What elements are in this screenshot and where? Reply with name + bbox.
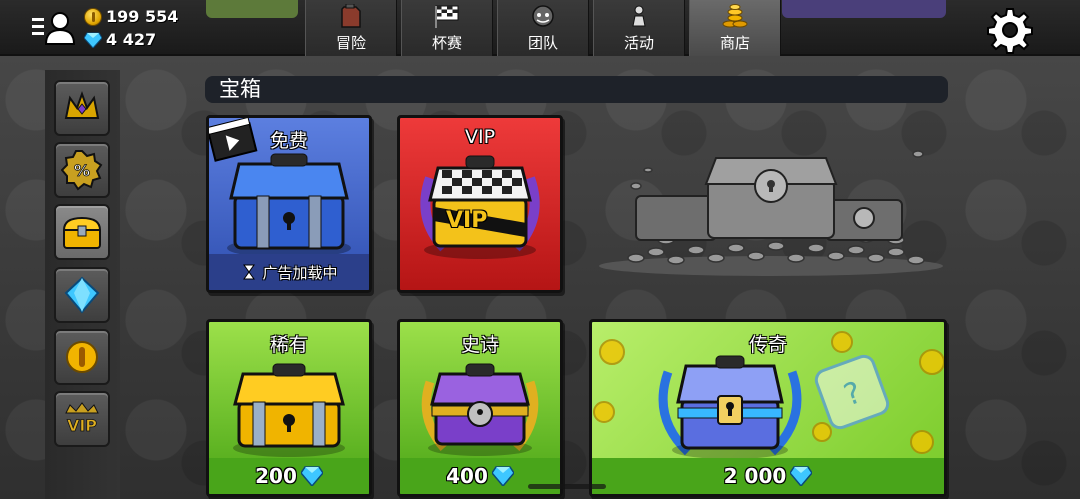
chest-card-rare[interactable]: 稀有 200 bbox=[206, 319, 372, 497]
main-tabs: 冒险 杯赛 团队 活动 商店 bbox=[305, 0, 781, 56]
section-title: 宝箱 bbox=[205, 76, 948, 103]
vip-badge-icon: VIP bbox=[65, 402, 99, 435]
gem-icon bbox=[300, 466, 323, 486]
diamond-icon bbox=[64, 276, 100, 314]
tab-label: 团队 bbox=[527, 34, 558, 52]
chest-card-legendary[interactable]: ? 传奇 2 000 bbox=[589, 319, 947, 497]
gem-balance[interactable]: 4 427 bbox=[84, 30, 156, 49]
sidebar-item-chests[interactable] bbox=[54, 204, 110, 260]
chest-icon bbox=[62, 216, 102, 249]
sidebar-item-gems[interactable] bbox=[54, 267, 110, 323]
sidebar-item-discount[interactable]: % bbox=[54, 142, 110, 198]
shop-category-rail: % VIP bbox=[45, 70, 120, 499]
partial-banner-right bbox=[782, 0, 946, 18]
svg-text:VIP: VIP bbox=[67, 416, 97, 435]
gem-icon bbox=[491, 466, 514, 486]
gem-icon bbox=[84, 32, 102, 48]
profile-button[interactable] bbox=[30, 8, 78, 48]
sidebar-item-crown[interactable] bbox=[54, 80, 110, 136]
tab-label: 活动 bbox=[623, 34, 654, 52]
sidebar-item-coins[interactable] bbox=[54, 329, 110, 385]
chest-card-epic[interactable]: 史诗 400 bbox=[397, 319, 563, 497]
tab-label: 杯赛 bbox=[431, 34, 462, 52]
chest-title: 传奇 bbox=[748, 334, 787, 356]
sidebar-item-vip[interactable]: VIP bbox=[54, 391, 110, 447]
tab-cups[interactable]: 杯赛 bbox=[401, 0, 493, 56]
ad-status: 广告加载中 bbox=[209, 254, 369, 290]
svg-text:%: % bbox=[74, 161, 90, 180]
coin-icon bbox=[84, 7, 102, 26]
top-bar: 199 554 4 427 冒险 杯赛 团队 活动 商店 bbox=[0, 0, 1080, 56]
tab-adventure[interactable]: 冒险 bbox=[305, 0, 397, 56]
price: 200 bbox=[255, 464, 297, 488]
coin-icon bbox=[66, 341, 98, 373]
coin-stack-icon bbox=[722, 4, 748, 28]
price: 2 000 bbox=[723, 464, 787, 488]
tab-events[interactable]: 活动 bbox=[593, 0, 685, 56]
gem-amount: 4 427 bbox=[106, 30, 157, 49]
chest-card-free[interactable]: 免费 广告加载中 bbox=[206, 115, 372, 293]
coin-amount: 199 554 bbox=[106, 7, 179, 26]
gem-icon bbox=[790, 466, 813, 486]
discount-badge-icon: % bbox=[61, 150, 103, 191]
buy-legendary-button[interactable]: 2 000 bbox=[592, 458, 944, 494]
home-indicator[interactable] bbox=[528, 484, 606, 489]
chest-title: VIP bbox=[464, 126, 496, 148]
price: 400 bbox=[446, 464, 488, 488]
checkered-flag-icon bbox=[435, 5, 459, 28]
gear-icon bbox=[987, 8, 1033, 54]
chest-card-vip[interactable]: VIP VIP bbox=[397, 115, 563, 293]
tab-label: 商店 bbox=[719, 34, 750, 52]
tab-label: 冒险 bbox=[335, 34, 366, 52]
buy-rare-button[interactable]: 200 bbox=[209, 458, 369, 494]
settings-button[interactable] bbox=[986, 6, 1034, 54]
hourglass-icon bbox=[243, 264, 256, 280]
event-figure-icon bbox=[632, 5, 646, 27]
tab-shop[interactable]: 商店 bbox=[689, 0, 781, 56]
crown-icon bbox=[64, 91, 100, 119]
chest-title: 稀有 bbox=[269, 334, 308, 356]
gas-can-icon bbox=[341, 4, 361, 28]
team-badge-icon bbox=[532, 5, 554, 27]
treasure-pile-illustration bbox=[599, 150, 943, 276]
ad-status-text: 广告加载中 bbox=[262, 263, 338, 282]
tab-team[interactable]: 团队 bbox=[497, 0, 589, 56]
profile-icon bbox=[32, 12, 76, 45]
chest-title: 免费 bbox=[269, 130, 308, 152]
vip-chest-label: VIP bbox=[446, 208, 488, 233]
chest-title: 史诗 bbox=[460, 334, 499, 356]
coin-balance[interactable]: 199 554 bbox=[84, 7, 178, 26]
partial-banner bbox=[206, 0, 298, 18]
